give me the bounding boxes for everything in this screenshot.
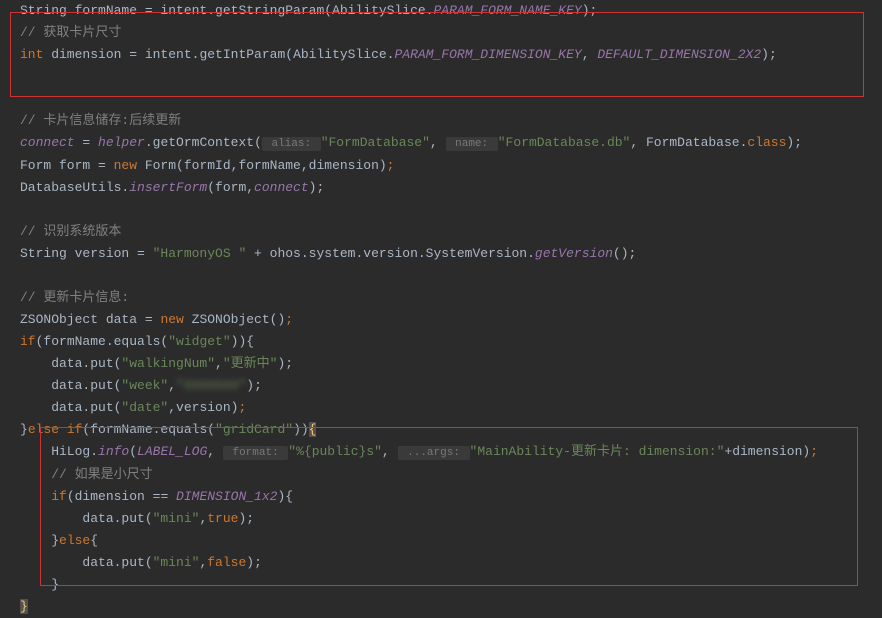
- code-line: // 卡片信息储存:后续更新: [10, 110, 872, 132]
- code-editor: String formName = intent.getStringParam(…: [0, 0, 882, 618]
- highlight-box-1: [10, 12, 864, 97]
- code-line: DatabaseUtils.insertForm(form,connect);: [10, 177, 872, 199]
- code-line: data.put("date",version);: [10, 397, 872, 419]
- highlight-box-2: [40, 427, 858, 586]
- code-line: connect = helper.getOrmContext( alias: "…: [10, 132, 872, 155]
- code-line: Form form = new Form(formId,formName,dim…: [10, 155, 872, 177]
- code-line: // 识别系统版本: [10, 221, 872, 243]
- code-line: String version = "HarmonyOS " + ohos.sys…: [10, 243, 872, 265]
- code-line: ZSONObject data = new ZSONObject();: [10, 309, 872, 331]
- code-line: // 更新卡片信息:: [10, 287, 872, 309]
- code-line: [10, 265, 872, 287]
- code-line: data.put("walkingNum","更新中");: [10, 353, 872, 375]
- code-line: if(formName.equals("widget")){: [10, 331, 872, 353]
- code-line: data.put("week","XXXXXXX");: [10, 375, 872, 397]
- code-line: [10, 199, 872, 221]
- code-line: }: [10, 596, 872, 618]
